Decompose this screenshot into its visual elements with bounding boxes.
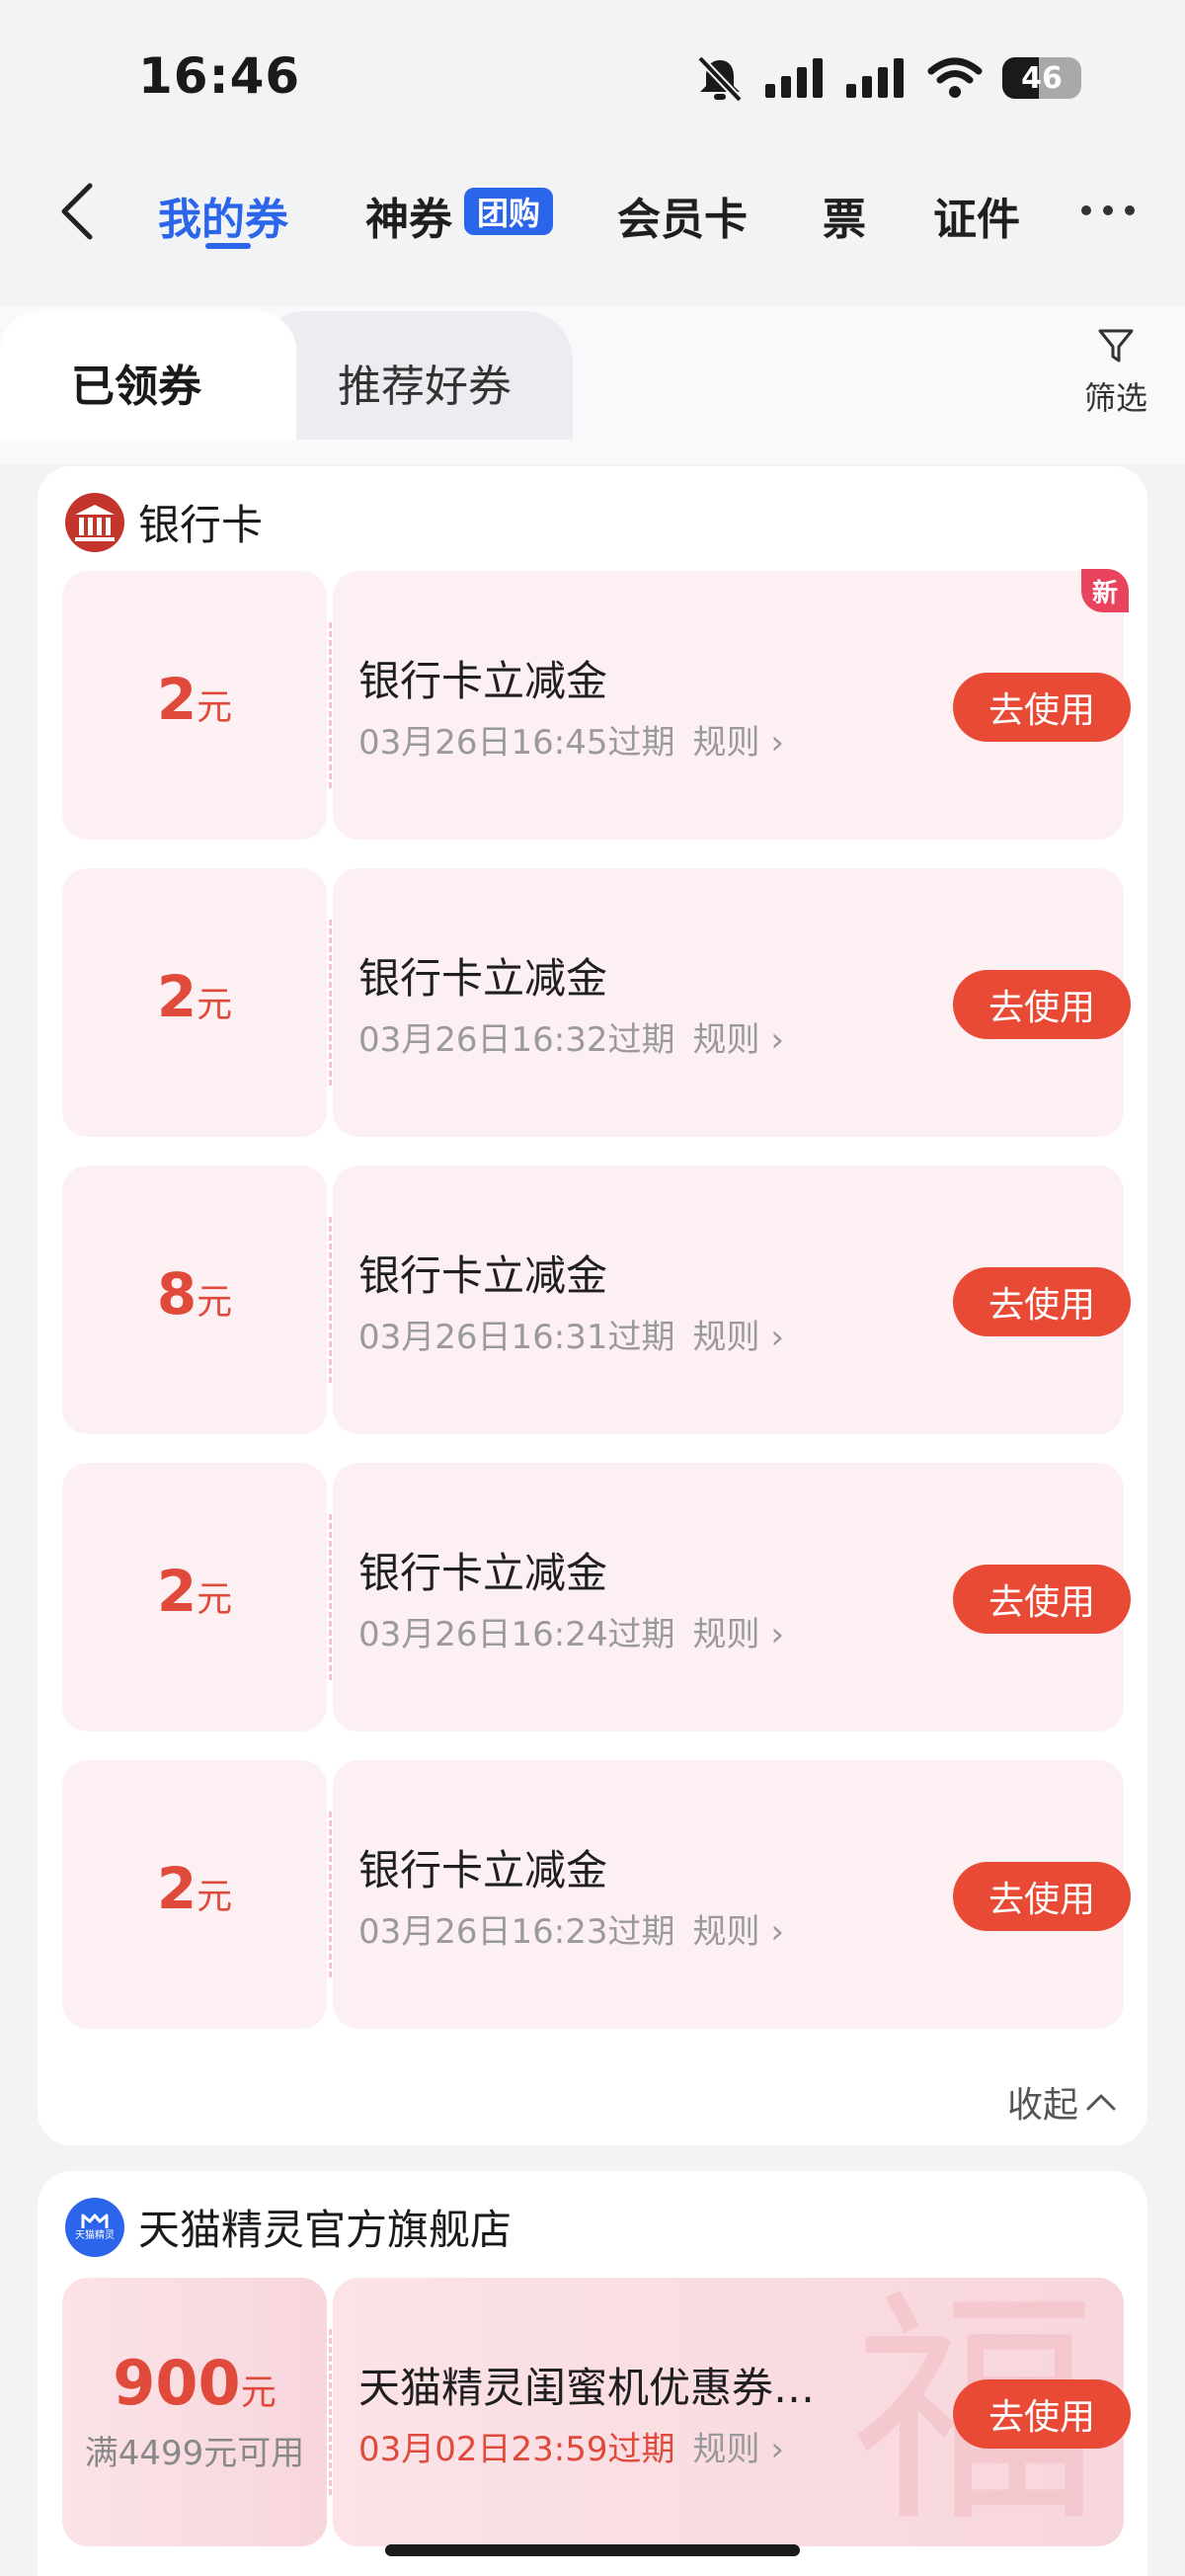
coupon-amount: 900元 bbox=[113, 2347, 276, 2419]
battery-indicator: 46 bbox=[1002, 57, 1081, 99]
coupon-expiry: 03月26日16:32过期 规则 › bbox=[358, 1020, 784, 1060]
coupon-card: 福 900元 满4499元可用 天猫精灵闺蜜机优惠券… 03月02日23:59过… bbox=[62, 2278, 1131, 2546]
tab-god-coupons[interactable]: 神券 bbox=[365, 184, 452, 247]
more-icon[interactable] bbox=[1081, 205, 1135, 215]
filter-label: 筛选 bbox=[1083, 379, 1147, 417]
status-bar: 16:46 46 bbox=[0, 0, 1185, 148]
coupon-card: 2元 银行卡立减金 03月26日16:24过期 规则 › 去使用 bbox=[62, 1463, 1131, 1731]
coupon-card: 2元 银行卡立减金 03月26日16:45过期 规则 › 去使用 新 bbox=[62, 569, 1131, 840]
rule-link[interactable]: 规则 › bbox=[693, 2430, 784, 2469]
rule-link[interactable]: 规则 › bbox=[693, 1912, 784, 1952]
coupon-name: 银行卡立减金 bbox=[358, 954, 608, 1003]
section-title: 银行卡 bbox=[138, 501, 264, 549]
coupon-expiry: 03月26日16:23过期 规则 › bbox=[358, 1912, 784, 1952]
back-arrow-icon[interactable] bbox=[54, 180, 102, 243]
coupon-name: 银行卡立减金 bbox=[358, 657, 608, 705]
tab-my-coupons[interactable]: 我的券 bbox=[158, 184, 288, 247]
coupon-expiry: 03月26日16:24过期 规则 › bbox=[358, 1615, 784, 1654]
tab-certificates[interactable]: 证件 bbox=[933, 184, 1020, 247]
chevron-up-icon bbox=[1086, 2094, 1116, 2111]
section-title: 天猫精灵官方旗舰店 bbox=[138, 2206, 513, 2254]
coupon-amount: 2元 bbox=[156, 1558, 233, 1625]
signal-icon-1 bbox=[765, 58, 823, 98]
bank-card-section: 银行卡 2元 银行卡立减金 03月26日16:45过期 规则 › 去使用 新 2元… bbox=[38, 466, 1147, 2145]
signal-icon-2 bbox=[846, 58, 904, 98]
group-buy-badge[interactable]: 团购 bbox=[464, 188, 553, 235]
top-nav: 我的券 神券 团购 会员卡 票 证件 bbox=[0, 158, 1185, 267]
status-icons: 46 bbox=[694, 54, 1081, 102]
use-button[interactable]: 去使用 bbox=[953, 1862, 1131, 1931]
mute-bell-icon bbox=[697, 55, 743, 102]
coupon-amount: 2元 bbox=[156, 963, 233, 1030]
wifi-icon bbox=[927, 57, 983, 98]
use-button[interactable]: 去使用 bbox=[953, 2379, 1131, 2449]
subtab-recommended[interactable]: 推荐好券 bbox=[338, 351, 512, 414]
coupon-expiry: 03月26日16:45过期 规则 › bbox=[358, 723, 784, 763]
home-indicator[interactable] bbox=[385, 2544, 800, 2556]
rule-link[interactable]: 规则 › bbox=[693, 1615, 784, 1654]
filter-button[interactable]: 筛选 bbox=[1076, 326, 1155, 419]
rule-link[interactable]: 规则 › bbox=[693, 1020, 784, 1060]
coupon-card: 2元 银行卡立减金 03月26日16:23过期 规则 › 去使用 bbox=[62, 1760, 1131, 2029]
coupon-name: 天猫精灵闺蜜机优惠券… bbox=[358, 2364, 816, 2412]
coupon-expiry: 03月02日23:59过期 规则 › bbox=[358, 2430, 784, 2469]
coupon-name: 银行卡立减金 bbox=[358, 1549, 608, 1597]
coupon-expiry: 03月26日16:31过期 规则 › bbox=[358, 1318, 784, 1357]
tmall-genie-section: 天猫精灵 天猫精灵官方旗舰店 福 900元 满4499元可用 天猫精灵闺蜜机优惠… bbox=[38, 2171, 1147, 2576]
use-button[interactable]: 去使用 bbox=[953, 1565, 1131, 1634]
tmall-genie-logo-icon: 天猫精灵 bbox=[65, 2197, 124, 2257]
coupon-threshold: 满4499元可用 bbox=[84, 2434, 305, 2473]
use-button[interactable]: 去使用 bbox=[953, 673, 1131, 742]
bank-logo-icon bbox=[65, 492, 124, 552]
coupon-amount: 2元 bbox=[156, 1855, 233, 1922]
active-tab-indicator bbox=[205, 243, 251, 249]
subtab-received[interactable]: 已领券 bbox=[71, 351, 201, 414]
status-time: 16:46 bbox=[138, 47, 301, 105]
coupon-card: 2元 银行卡立减金 03月26日16:32过期 规则 › 去使用 bbox=[62, 868, 1131, 1137]
new-badge: 新 bbox=[1081, 569, 1129, 612]
coupon-name: 银行卡立减金 bbox=[358, 1846, 608, 1894]
coupon-card: 8元 银行卡立减金 03月26日16:31过期 规则 › 去使用 bbox=[62, 1166, 1131, 1434]
coupon-amount: 2元 bbox=[156, 666, 233, 733]
use-button[interactable]: 去使用 bbox=[953, 970, 1131, 1039]
coupon-amount: 8元 bbox=[156, 1260, 233, 1328]
collapse-button[interactable]: 收起 bbox=[1007, 2076, 1118, 2128]
coupon-name: 银行卡立减金 bbox=[358, 1251, 608, 1300]
rule-link[interactable]: 规则 › bbox=[693, 723, 784, 763]
tab-tickets[interactable]: 票 bbox=[823, 184, 866, 247]
section-header: 银行卡 bbox=[65, 492, 263, 552]
use-button[interactable]: 去使用 bbox=[953, 1267, 1131, 1336]
rule-link[interactable]: 规则 › bbox=[693, 1318, 784, 1357]
tab-member-cards[interactable]: 会员卡 bbox=[617, 184, 748, 247]
section-header: 天猫精灵 天猫精灵官方旗舰店 bbox=[65, 2197, 512, 2257]
funnel-icon bbox=[1098, 329, 1134, 362]
